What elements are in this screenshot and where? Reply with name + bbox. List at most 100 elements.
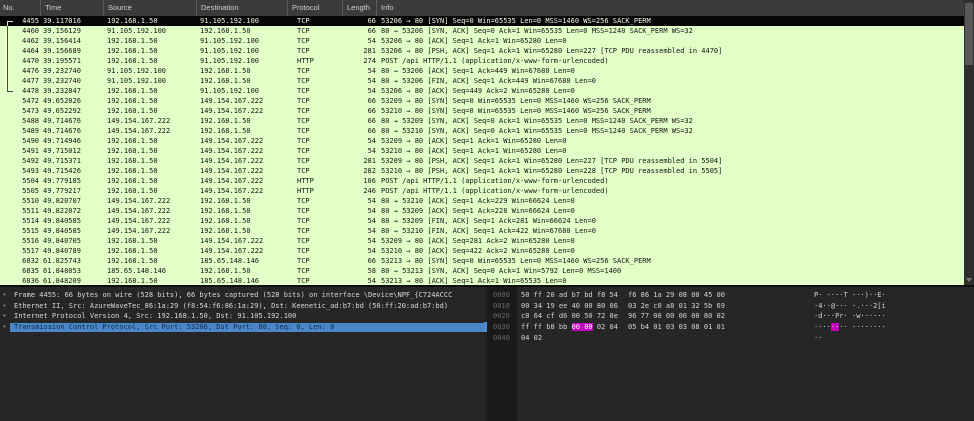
packet-row[interactable]: 683261.825743192.168.1.50185.65.148.146T…	[0, 256, 964, 266]
cell-time: 39.156414	[40, 36, 103, 46]
hex-row[interactable]: 001000 34 19 ee 40 00 80 0603 2e c0 a8 0…	[487, 301, 974, 312]
cell-no: 5472	[0, 96, 40, 106]
packet-row[interactable]: 446039.15612991.105.192.100192.168.1.50T…	[0, 26, 964, 36]
cell-protocol: HTTP	[287, 176, 342, 186]
ascii-group: P· ····T	[814, 290, 848, 301]
cell-protocol: TCP	[287, 86, 342, 96]
hex-row[interactable]: 0020c0 64 cf d6 00 50 72 0e96 77 00 00 0…	[487, 311, 974, 322]
cell-time: 49.779185	[40, 176, 103, 186]
column-header-protocol[interactable]: Protocol	[287, 0, 342, 16]
packet-row-selected[interactable]: 445539.117016192.168.1.5091.105.192.100T…	[0, 16, 964, 26]
column-header-destination[interactable]: Destination	[196, 0, 287, 16]
expand-arrow-icon[interactable]: ▸	[3, 301, 7, 312]
detail-row-text: Internet Protocol Version 4, Src: 192.16…	[14, 311, 296, 322]
column-header-info[interactable]: Info	[376, 0, 964, 16]
hex-row[interactable]: 000050 ff 20 ad b7 bd f8 54f6 86 1a 29 0…	[487, 290, 974, 301]
expand-arrow-icon[interactable]: ▸	[3, 322, 7, 333]
hex-bytes-group: ff ff b8 bb 00 00 02 04	[521, 322, 618, 333]
cell-time: 39.232740	[40, 66, 103, 76]
packet-row[interactable]: 548849.714676149.154.167.222192.168.1.50…	[0, 116, 964, 126]
cell-protocol: TCP	[287, 266, 342, 276]
packet-row[interactable]: 551149.822072149.154.167.222192.168.1.50…	[0, 206, 964, 216]
packet-row[interactable]: 549249.715371192.168.1.50149.154.167.222…	[0, 156, 964, 166]
cell-length: 54	[342, 246, 376, 256]
detail-row-selected[interactable]: ▸Transmission Control Protocol, Src Port…	[0, 322, 484, 333]
cell-length: 106	[342, 176, 376, 186]
detail-row[interactable]: ▸Ethernet II, Src: AzureWaveTec_86:1a:29…	[0, 301, 484, 312]
cell-length: 66	[342, 16, 376, 26]
cell-info: 80 → 53209 [FIN, ACK] Seq=1 Ack=281 Win=…	[376, 216, 964, 226]
cell-destination: 91.105.192.100	[196, 46, 287, 56]
packet-row[interactable]: 551749.840789192.168.1.50149.154.167.222…	[0, 246, 964, 256]
column-header-no[interactable]: No.	[0, 0, 40, 16]
detail-row[interactable]: ▸ Internet Protocol Version 4, Src: 192.1…	[0, 311, 484, 322]
cell-source: 192.168.1.50	[103, 36, 196, 46]
packet-row[interactable]: 447039.195571192.168.1.5091.105.192.100H…	[0, 56, 964, 66]
column-header-time[interactable]: Time	[40, 0, 103, 16]
packet-list-header[interactable]: No.TimeSourceDestinationProtocolLengthIn…	[0, 0, 964, 16]
scrollbar-thumb[interactable]	[965, 3, 973, 65]
packet-row[interactable]: 549149.715012192.168.1.50149.154.167.222…	[0, 146, 964, 156]
cell-protocol: TCP	[287, 216, 342, 226]
cell-protocol: TCP	[287, 236, 342, 246]
cell-source: 192.168.1.50	[103, 276, 196, 285]
packet-row[interactable]: 551449.840585149.154.167.222192.168.1.50…	[0, 216, 964, 226]
packet-row[interactable]: 683561.848053185.65.148.146192.168.1.50T…	[0, 266, 964, 276]
cell-destination: 91.105.192.100	[196, 86, 287, 96]
detail-row[interactable]: ▸Frame 4455: 66 bytes on wire (528 bits)…	[0, 290, 484, 301]
cell-source: 149.154.167.222	[103, 196, 196, 206]
cell-info: 80 → 53209 [SYN, ACK] Seq=0 Ack=1 Win=65…	[376, 116, 964, 126]
cell-no: 5505	[0, 186, 40, 196]
cell-info: POST /api HTTP/1.1 (application/x-www-fo…	[376, 56, 964, 66]
hex-row[interactable]: 004004 02··	[487, 333, 974, 344]
cell-time: 61.825743	[40, 256, 103, 266]
ascii-group: ·d···Pr·	[814, 311, 848, 322]
cell-destination: 149.154.167.222	[196, 236, 287, 246]
packet-row[interactable]: 447639.23274091.105.192.100192.168.1.50T…	[0, 66, 964, 76]
packet-list-scrollbar[interactable]	[964, 0, 974, 285]
packet-row[interactable]: 547249.652026192.168.1.50149.154.167.222…	[0, 96, 964, 106]
cell-protocol: TCP	[287, 76, 342, 86]
packet-row[interactable]: 549349.715426192.168.1.50149.154.167.222…	[0, 166, 964, 176]
cell-no: 5515	[0, 226, 40, 236]
packet-row[interactable]: 447839.232847192.168.1.5091.105.192.100T…	[0, 86, 964, 96]
packet-row[interactable]: 446439.156689192.168.1.5091.105.192.100T…	[0, 46, 964, 56]
cell-source: 149.154.167.222	[103, 126, 196, 136]
expand-arrow-icon[interactable]: ▸	[3, 290, 7, 301]
cell-info: 80 → 53210 [FIN, ACK] Seq=1 Ack=422 Win=…	[376, 226, 964, 236]
cell-destination: 192.168.1.50	[196, 226, 287, 236]
column-header-length[interactable]: Length	[342, 0, 376, 16]
cell-time: 49.715426	[40, 166, 103, 176]
cell-no: 4477	[0, 76, 40, 86]
packet-row[interactable]: 547349.652292192.168.1.50149.154.167.222…	[0, 106, 964, 116]
cell-length: 54	[342, 196, 376, 206]
packet-row[interactable]: 551649.840705192.168.1.50149.154.167.222…	[0, 236, 964, 246]
bottom-section: ▸Frame 4455: 66 bytes on wire (528 bits)…	[0, 287, 974, 421]
packet-row[interactable]: 683661.848209192.168.1.50185.65.148.146T…	[0, 276, 964, 285]
scrollbar-down-arrow-icon[interactable]	[966, 278, 972, 282]
cell-info: 53206 → 80 [ACK] Seq=449 Ack=2 Win=65280…	[376, 86, 964, 96]
packet-row[interactable]: 549049.714946192.168.1.50149.154.167.222…	[0, 136, 964, 146]
cell-info: 80 → 53210 [ACK] Seq=1 Ack=229 Win=66624…	[376, 196, 964, 206]
packet-row[interactable]: 447739.23274091.105.192.100192.168.1.50T…	[0, 76, 964, 86]
hex-row[interactable]: 0030ff ff b8 bb 00 00 02 0405 b4 01 03 0…	[487, 322, 974, 333]
cell-source: 192.168.1.50	[103, 136, 196, 146]
cell-protocol: HTTP	[287, 56, 342, 66]
cell-protocol: TCP	[287, 106, 342, 116]
packet-row[interactable]: 548949.714676149.154.167.222192.168.1.50…	[0, 126, 964, 136]
packet-row[interactable]: 446239.156414192.168.1.5091.105.192.100T…	[0, 36, 964, 46]
cell-protocol: HTTP	[287, 186, 342, 196]
cell-info: 80 → 53206 [ACK] Seq=1 Ack=449 Win=67680…	[376, 66, 964, 76]
column-header-source[interactable]: Source	[103, 0, 196, 16]
cell-destination: 149.154.167.222	[196, 136, 287, 146]
packet-row[interactable]: 551549.840585149.154.167.222192.168.1.50…	[0, 226, 964, 236]
packet-row[interactable]: 551049.820707149.154.167.222192.168.1.50…	[0, 196, 964, 206]
cell-destination: 149.154.167.222	[196, 146, 287, 156]
cell-length: 54	[342, 136, 376, 146]
cell-length: 54	[342, 146, 376, 156]
packet-row[interactable]: 550449.779185192.168.1.50149.154.167.222…	[0, 176, 964, 186]
cell-info: 53209 → 80 [SYN] Seq=0 Win=65535 Len=0 M…	[376, 96, 964, 106]
expand-arrow-icon[interactable]: ▸	[3, 311, 7, 322]
packet-row[interactable]: 550549.779217192.168.1.50149.154.167.222…	[0, 186, 964, 196]
packet-list-pane: No.TimeSourceDestinationProtocolLengthIn…	[0, 0, 964, 285]
